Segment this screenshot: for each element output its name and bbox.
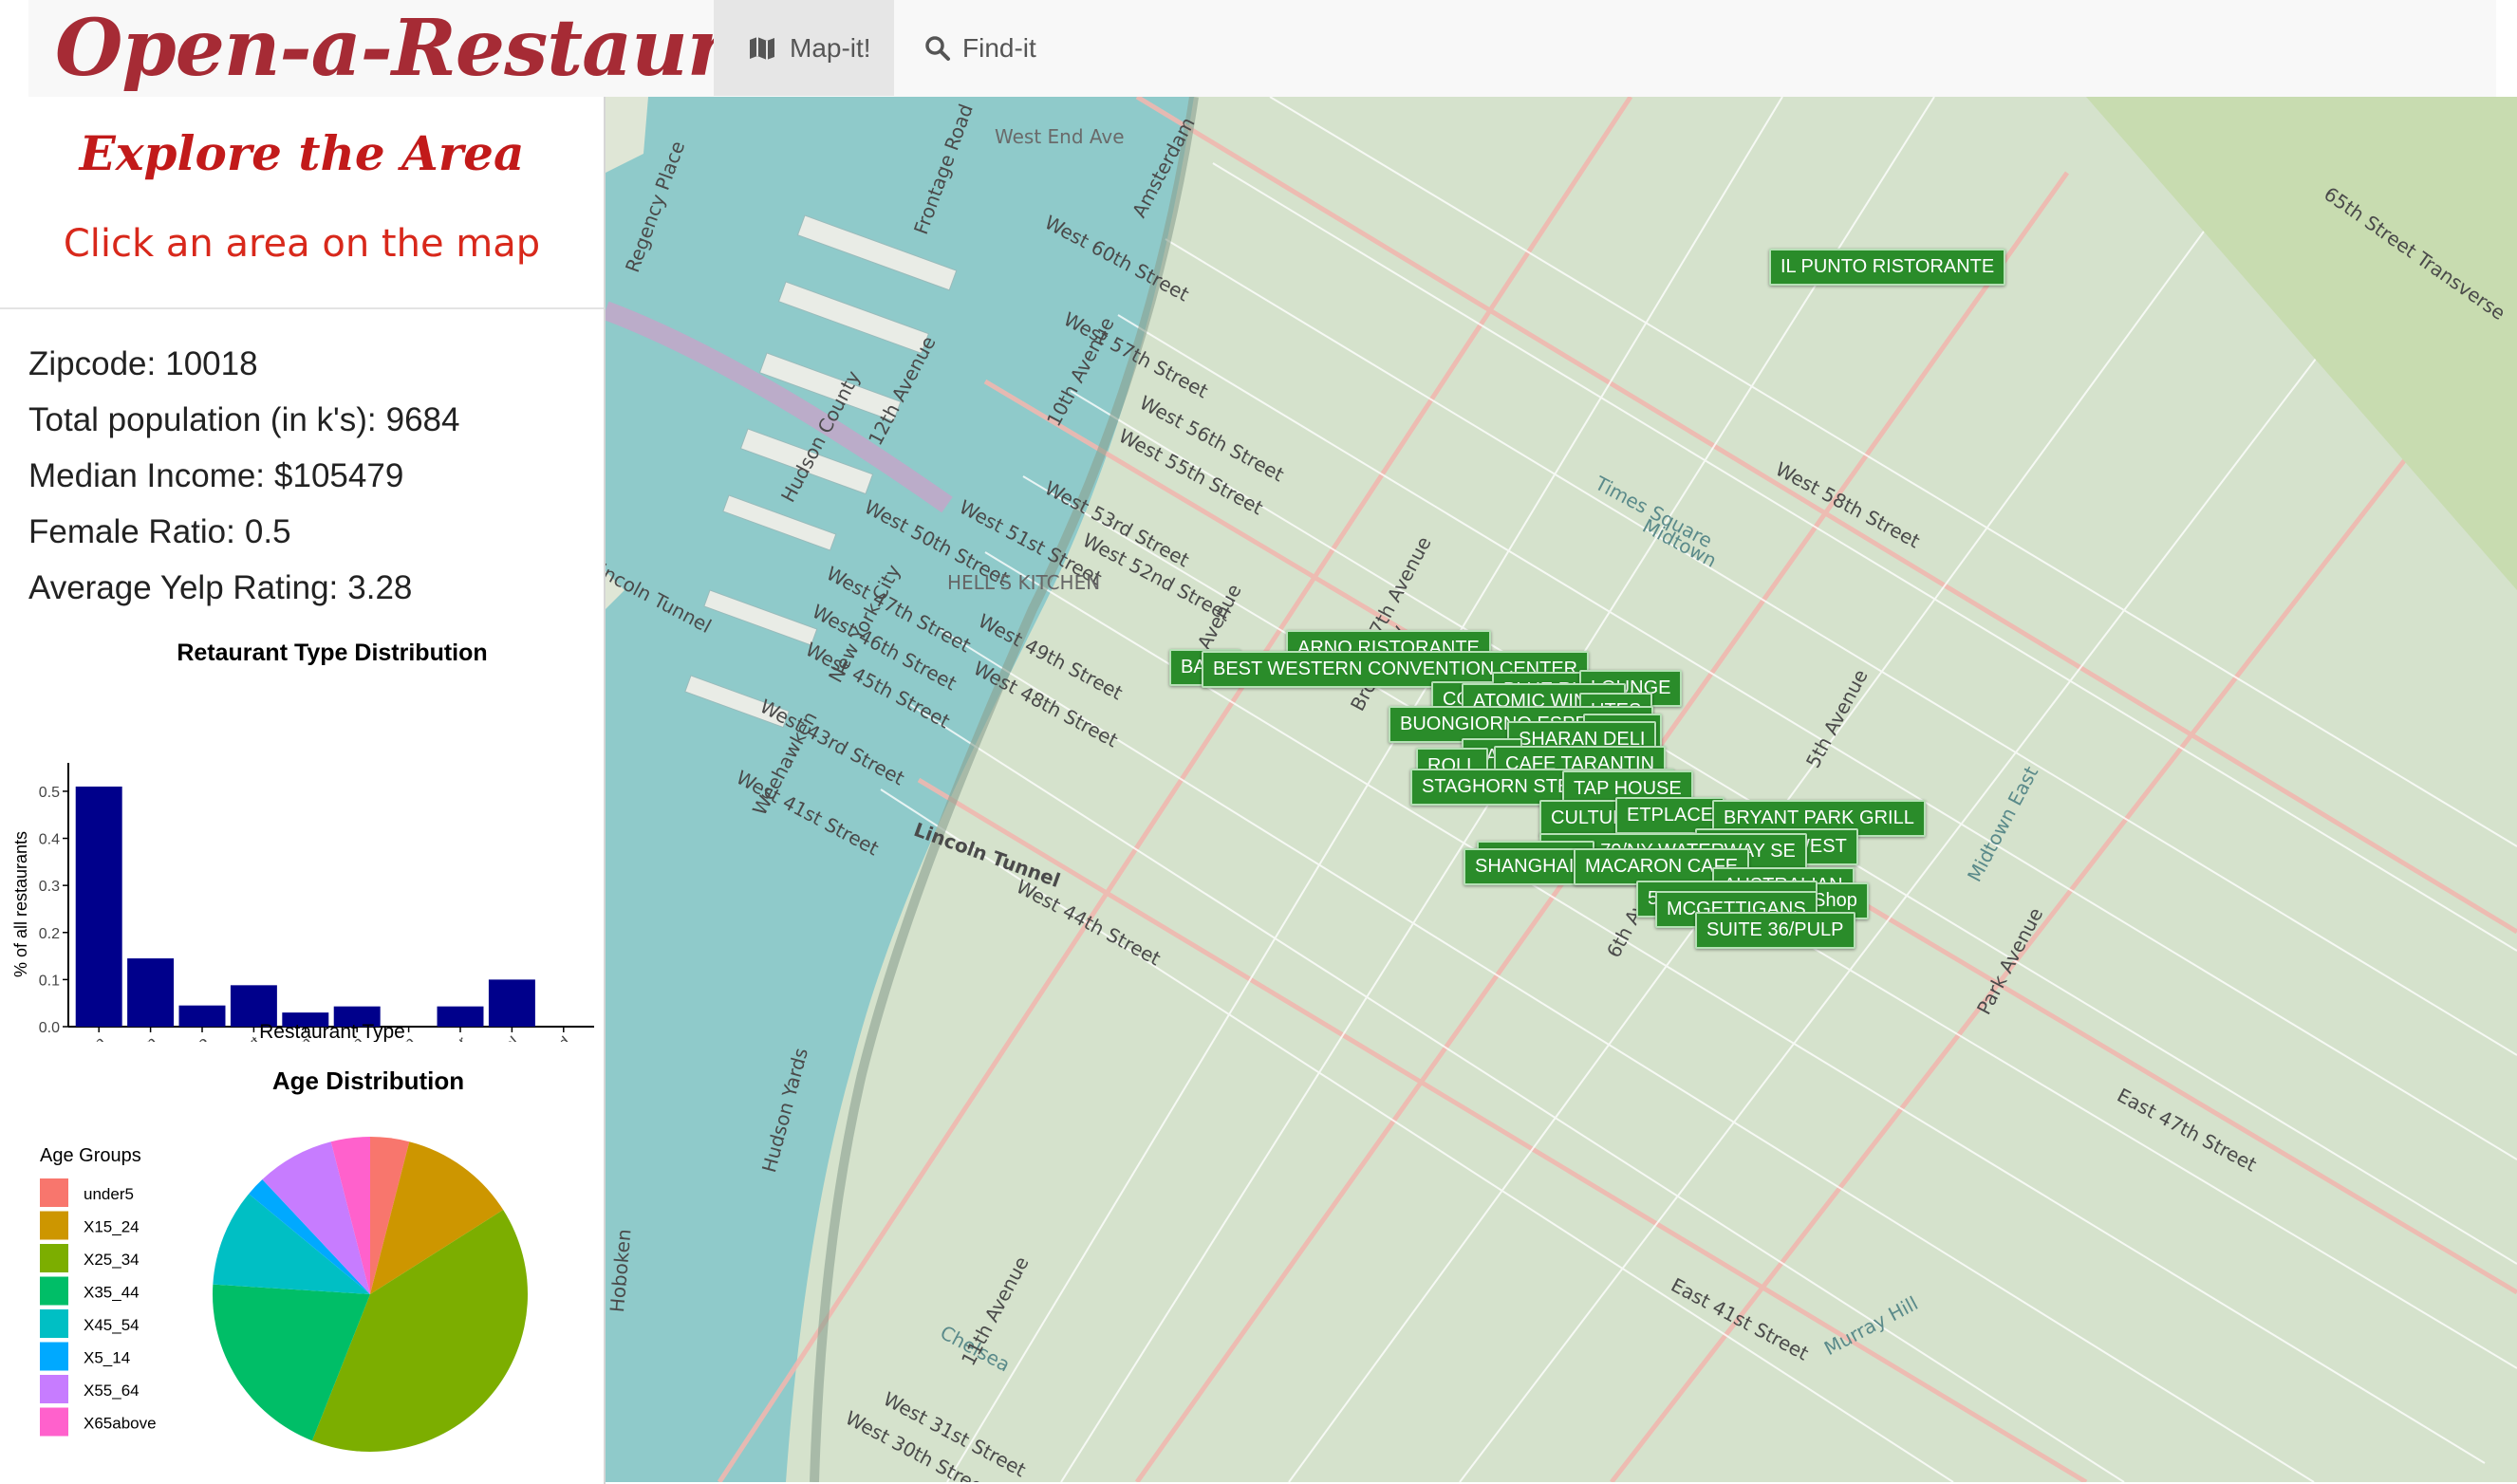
- tab-map-it[interactable]: Map-it!: [714, 0, 894, 96]
- pie-legend-label: X15_24: [84, 1218, 140, 1236]
- pie-legend-swatch: [40, 1407, 68, 1437]
- bar-chart-x-tick-label: Chinese: [156, 1033, 213, 1042]
- bar-chart-x-label: Restaurant Type: [259, 1021, 405, 1042]
- bar-chart-y-label: % of all restaurants: [11, 831, 30, 977]
- bar-chart-title: Retaurant Type Distribution: [177, 640, 487, 666]
- restaurant-type-bar-chart: Retaurant Type Distribution 0.0 0.1 0.2 0.3 0…: [11, 640, 594, 1042]
- stat-population-label: Total population (in k's):: [28, 401, 377, 438]
- pie-legend-label: X45_54: [84, 1316, 140, 1334]
- pie-legend-label: X5_14: [84, 1349, 130, 1367]
- top-navbar: Open-a-Restaurant Map-it! Find-it: [0, 0, 2517, 98]
- stat-population: Total population (in k's): 9684: [28, 401, 459, 439]
- bar-chart-bar: [127, 958, 175, 1027]
- bar-chart-y-tick-label: 0.3: [39, 879, 60, 895]
- stat-yelp-label: Average Yelp Rating:: [28, 569, 339, 606]
- tab-find-it-label: Find-it: [962, 32, 1036, 63]
- pie-legend-swatch: [40, 1178, 68, 1207]
- bar-chart-y-tick-label: 0.5: [39, 785, 60, 801]
- sidebar-header: Explore the Area Click an area on the ma…: [0, 97, 604, 309]
- bar-chart-x-tick-label: Seafood: [516, 1033, 574, 1042]
- stat-zipcode: Zipcode: 10018: [28, 345, 258, 383]
- bar-chart-bar: [75, 786, 122, 1027]
- sidebar-title: Explore the Area: [79, 125, 525, 181]
- stat-yelp-rating: Average Yelp Rating: 3.28: [28, 569, 412, 607]
- street-label: HELL'S KITCHEN: [947, 571, 1101, 594]
- pie-legend-swatch: [40, 1211, 68, 1240]
- stat-zipcode-value: 10018: [165, 345, 258, 382]
- stat-female-value: 0.5: [244, 513, 291, 550]
- pie-legend-swatch: [40, 1276, 68, 1306]
- stat-female-ratio: Female Ratio: 0.5: [28, 513, 291, 551]
- pie-legend-title: Age Groups: [40, 1145, 141, 1166]
- pie-legend-swatch: [40, 1375, 68, 1403]
- pie-legend-label: X65above: [84, 1415, 157, 1433]
- bar-chart-bar: [178, 1005, 226, 1027]
- bar-chart-bar: [437, 1006, 484, 1027]
- search-icon: [925, 35, 950, 61]
- tab-find-it[interactable]: Find-it: [911, 0, 1053, 96]
- pie-legend-label: X55_64: [84, 1382, 140, 1400]
- stat-zipcode-label: Zipcode:: [28, 345, 157, 382]
- pie-legend-swatch: [40, 1342, 68, 1371]
- pie-chart-title: Age Distribution: [272, 1067, 464, 1095]
- map-icon: [750, 36, 774, 60]
- stat-female-label: Female Ratio:: [28, 513, 235, 550]
- bar-chart-y-tick-label: 0.4: [39, 832, 60, 848]
- age-distribution-pie-chart: Age Distribution Age Groups under5 X15_24 X2…: [40, 1067, 528, 1452]
- pie-legend-label: X35_44: [84, 1284, 140, 1302]
- bar-chart-y-tick-label: 0.2: [39, 926, 60, 942]
- sidebar-panel: Explore the Area Click an area on the ma…: [0, 97, 606, 1484]
- pie-legend-label: under5: [84, 1185, 134, 1203]
- pie-legend-label: X25_34: [84, 1251, 140, 1269]
- pie-legend-swatch: [40, 1309, 68, 1338]
- street-label: West End Ave: [995, 125, 1125, 148]
- bar-chart-x-tick-label: Dessert: [210, 1032, 264, 1042]
- stat-income-label: Median Income:: [28, 457, 266, 494]
- sidebar-subtitle: Click an area on the map: [63, 222, 541, 266]
- bar-chart-x-tick-label: Asian: [118, 1033, 160, 1042]
- stat-income: Median Income: $105479: [28, 457, 403, 495]
- bar-chart-y-tick-label: 0.0: [39, 1020, 60, 1036]
- restaurant-marker[interactable]: SUITE 36/PULP: [1695, 912, 1855, 949]
- stat-yelp-value: 3.28: [347, 569, 413, 606]
- bar-chart-x-tick-label: Other: [428, 1032, 471, 1042]
- pie-legend-swatch: [40, 1244, 68, 1272]
- bar-chart-bar: [488, 979, 535, 1027]
- tab-map-it-label: Map-it!: [790, 32, 871, 63]
- restaurant-marker[interactable]: IL PUNTO RISTORANTE: [1769, 249, 2006, 286]
- map-view[interactable]: West 60th Street West 57th Street West 5…: [606, 97, 2517, 1482]
- stat-population-value: 9684: [385, 401, 460, 438]
- stat-income-value: $105479: [274, 457, 404, 494]
- bar-chart-y-tick-label: 0.1: [39, 973, 60, 989]
